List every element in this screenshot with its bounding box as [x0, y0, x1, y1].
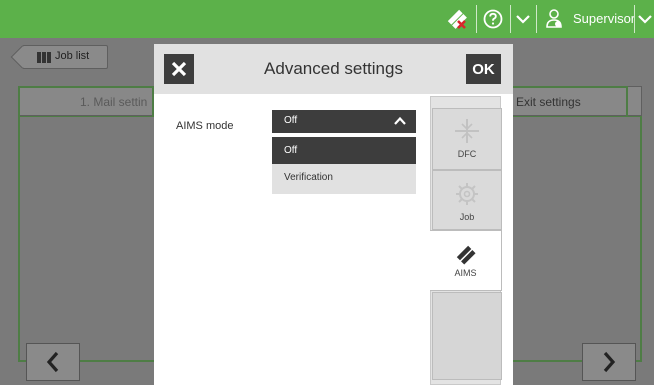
job-list-button[interactable]: Job list	[10, 45, 108, 69]
tab-mail-settings[interactable]: 1. Mail settin	[18, 86, 154, 116]
chevron-down-icon[interactable]	[636, 0, 654, 38]
next-button[interactable]	[582, 343, 636, 381]
close-icon	[171, 61, 187, 77]
grid-icon	[37, 52, 51, 63]
chevron-left-icon	[46, 351, 59, 373]
tab-dfc-label: DFC	[457, 149, 477, 159]
dialog-title: Advanced settings	[264, 59, 403, 78]
close-button[interactable]	[164, 54, 194, 84]
option-verification[interactable]: Verification	[272, 164, 416, 191]
ok-button[interactable]: OK	[466, 54, 501, 84]
previous-button[interactable]	[26, 343, 80, 381]
aims-mode-select[interactable]: Off	[272, 110, 416, 133]
tab-dfc[interactable]: DFC	[432, 108, 502, 170]
option-off[interactable]: Off	[272, 137, 416, 164]
aims-mode-value: Off	[284, 115, 298, 126]
tab-mail-settings-label: 1. Mail settin	[80, 95, 148, 109]
chevron-up-icon	[394, 116, 406, 125]
aims-mode-label: AIMS mode	[176, 120, 234, 132]
chevron-down-icon[interactable]	[512, 0, 534, 38]
tab-exit-settings[interactable]: Exit settings	[502, 86, 628, 116]
user-icon[interactable]	[540, 0, 568, 38]
aims-mode-dropdown: Off Verification	[272, 137, 416, 194]
top-bar: Supervisor	[0, 0, 654, 38]
chevron-right-icon	[603, 351, 616, 373]
dfc-icon	[433, 117, 501, 145]
option-verification-label: Verification	[284, 172, 333, 183]
tab-exit-settings-label: Exit settings	[516, 95, 581, 109]
advanced-settings-dialog: Advanced settings OK AIMS mode Off Off V…	[154, 44, 513, 385]
job-list-label: Job list	[55, 50, 90, 62]
user-name[interactable]: Supervisor	[573, 0, 635, 38]
option-off-label: Off	[284, 145, 298, 156]
gear-icon	[433, 181, 501, 207]
help-icon[interactable]	[480, 0, 506, 38]
aims-error-icon[interactable]	[444, 0, 470, 38]
tab-aims[interactable]: AIMS	[430, 230, 502, 291]
tab-aims-label: AIMS	[454, 268, 477, 278]
aims-icon	[430, 245, 501, 265]
tab-job[interactable]: Job	[432, 170, 502, 230]
side-tab-empty	[432, 292, 502, 380]
tab-job-label: Job	[459, 212, 475, 222]
